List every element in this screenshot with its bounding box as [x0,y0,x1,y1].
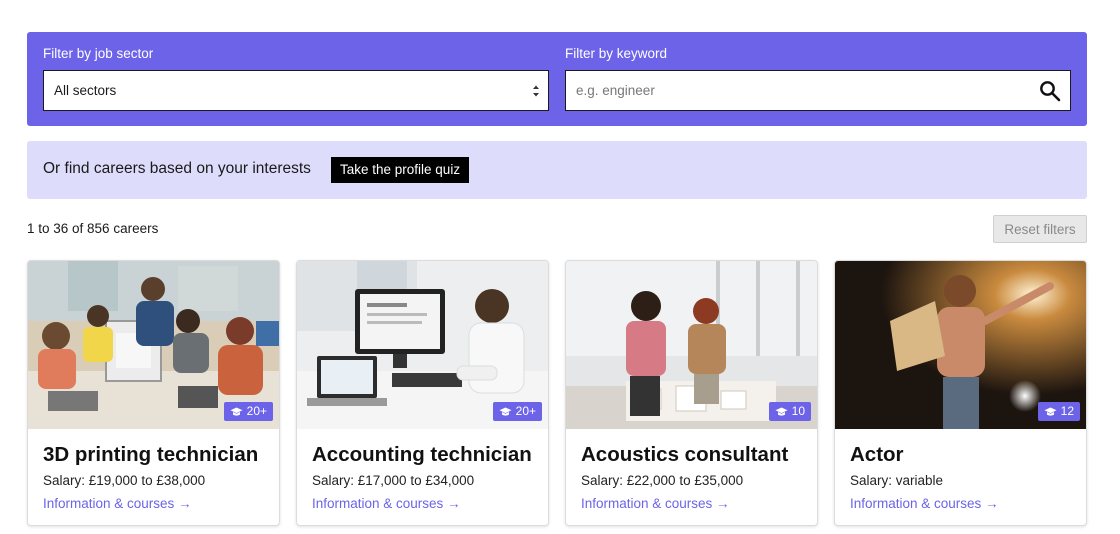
career-card[interactable]: 20+ 3D printing technician Salary: £19,0… [27,260,280,526]
information-courses-link[interactable]: Information & courses → [850,496,999,511]
career-title: 3D printing technician [43,443,259,466]
career-salary: Salary: £17,000 to £34,000 [312,473,475,488]
search-icon [1040,81,1061,102]
career-image: 12 [835,261,1086,429]
career-salary: Salary: £22,000 to £35,000 [581,473,744,488]
career-card[interactable]: 20+ Accounting technician Salary: £17,00… [296,260,549,526]
sector-select-value: All sectors [54,83,117,98]
search-button[interactable] [1038,79,1062,103]
sector-select[interactable]: All sectors [43,70,549,111]
course-count-badge: 20+ [223,402,273,421]
course-count: 20+ [515,404,536,418]
course-count: 12 [1060,404,1074,418]
career-image: 20+ [297,261,548,429]
career-title: Actor [850,443,904,466]
career-card[interactable]: 10 Acoustics consultant Salary: £22,000 … [565,260,818,526]
course-count-badge: 12 [1037,402,1080,421]
quiz-banner: Or find careers based on your interests … [27,141,1087,199]
career-title: Accounting technician [312,443,532,466]
graduation-cap-icon [775,407,788,416]
career-salary: Salary: £19,000 to £38,000 [43,473,206,488]
sector-filter-label: Filter by job sector [43,46,154,61]
graduation-cap-icon [230,407,243,416]
graduation-cap-icon [1044,407,1057,416]
keyword-input[interactable] [566,71,1026,110]
information-courses-link[interactable]: Information & courses → [43,496,192,511]
information-courses-link[interactable]: Information & courses → [312,496,461,511]
keyword-filter-label: Filter by keyword [565,46,668,61]
course-count: 20+ [246,404,267,418]
select-arrows-icon [533,85,539,97]
results-count: 1 to 36 of 856 careers [27,221,159,236]
career-cards: 20+ 3D printing technician Salary: £19,0… [27,260,1089,526]
career-card[interactable]: 12 Actor Salary: variable Information & … [834,260,1087,526]
career-salary: Salary: variable [850,473,944,488]
career-image: 10 [566,261,817,429]
course-count-badge: 20+ [492,402,542,421]
profile-quiz-button[interactable]: Take the profile quiz [331,157,470,183]
graduation-cap-icon [499,407,512,416]
career-title: Acoustics consultant [581,443,789,466]
keyword-field [565,70,1071,111]
reset-filters-button[interactable]: Reset filters [993,215,1087,243]
quiz-prompt: Or find careers based on your interests [43,160,311,177]
career-image: 20+ [28,261,279,429]
filter-bar: Filter by job sector All sectors Filter … [27,32,1087,126]
information-courses-link[interactable]: Information & courses → [581,496,730,511]
course-count: 10 [791,404,805,418]
course-count-badge: 10 [768,402,811,421]
